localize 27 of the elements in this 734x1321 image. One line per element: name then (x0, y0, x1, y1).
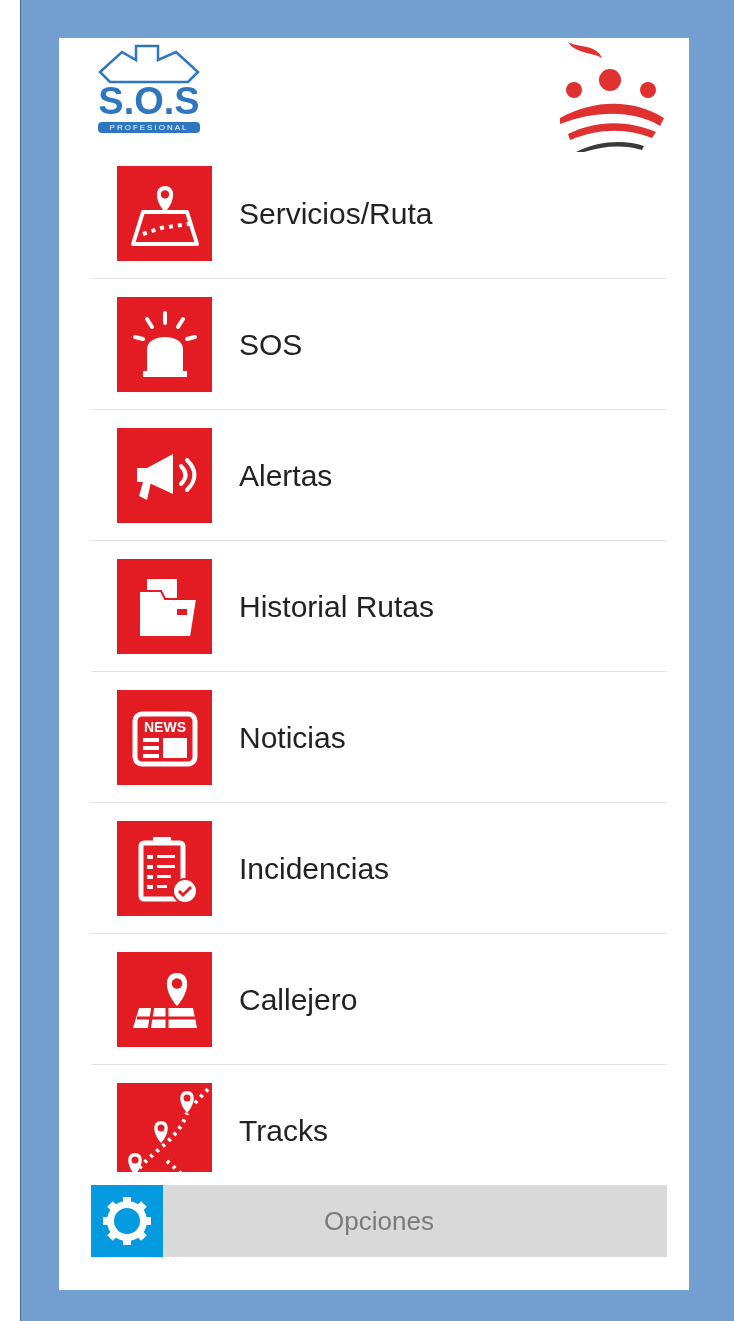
menu-label: Tracks (239, 1112, 328, 1149)
menu-label: Historial Rutas (239, 588, 435, 625)
menu-label: Callejero (239, 981, 358, 1018)
route-icon (117, 165, 212, 261)
menu-label: Servicios/Ruta (239, 195, 433, 232)
menu-label: Incidencias (239, 850, 390, 887)
menu-item[interactable]: Alertas (91, 410, 667, 541)
logo-subtitle: PROFESIONAL (98, 122, 200, 133)
menu-item[interactable]: Callejero (91, 934, 667, 1065)
star-outline-icon (98, 44, 200, 84)
menu-item[interactable]: SOS (91, 279, 667, 410)
menu-item[interactable]: NEWS Noticias (91, 672, 667, 803)
news-icon: NEWS (117, 689, 212, 785)
menu-label: Noticias (239, 719, 346, 756)
gear-icon (91, 1185, 163, 1257)
menu-item[interactable]: Incidencias (91, 803, 667, 934)
menu-label: SOS (239, 326, 303, 363)
menu-label: Alertas (239, 457, 333, 494)
siren-icon (117, 296, 212, 392)
menu-item[interactable]: Servicios/Ruta (91, 148, 667, 279)
map-icon (117, 951, 212, 1047)
tracks-icon (117, 1082, 212, 1172)
logo-title: S.O.S (98, 82, 200, 120)
menu-item[interactable]: Historial Rutas (91, 541, 667, 672)
clipboard-icon (117, 820, 212, 916)
folder-icon (117, 558, 212, 654)
megaphone-icon (117, 427, 212, 523)
